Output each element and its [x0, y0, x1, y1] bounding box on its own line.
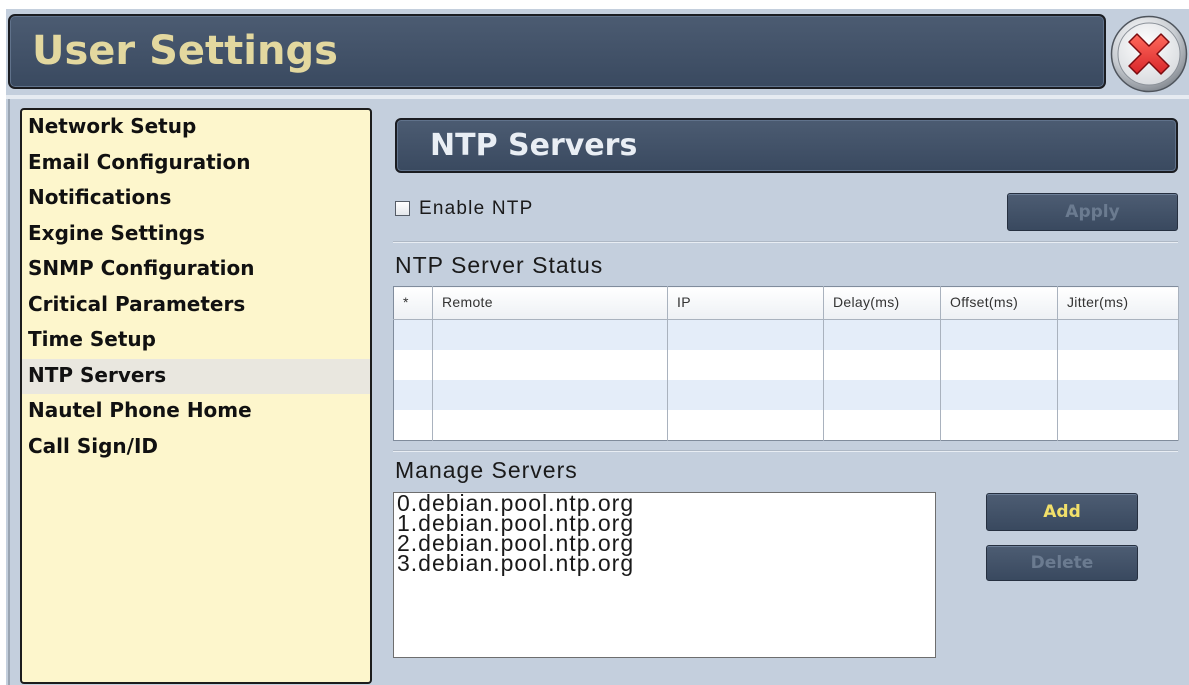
ntp-server-status-label: NTP Server Status — [395, 252, 604, 278]
table-cell — [432, 319, 668, 350]
column-header-offset[interactable]: Offset(ms) — [940, 286, 1058, 320]
sidebar-item-network-setup[interactable]: Network Setup — [22, 110, 370, 146]
table-cell — [393, 379, 433, 410]
table-cell — [1057, 379, 1179, 410]
table-cell — [940, 409, 1058, 441]
apply-button[interactable]: Apply — [1007, 193, 1178, 231]
table-row — [393, 349, 1179, 380]
server-list-item[interactable]: 3.debian.pool.ntp.org — [394, 552, 935, 575]
table-cell — [393, 319, 433, 350]
table-row — [393, 319, 1179, 350]
divider — [393, 450, 1178, 452]
manage-servers-label: Manage Servers — [395, 457, 578, 483]
table-cell — [667, 349, 824, 380]
table-cell — [1057, 319, 1179, 350]
table-cell — [823, 409, 941, 441]
sidebar-item-critical-parameters[interactable]: Critical Parameters — [22, 288, 370, 324]
add-server-button[interactable]: Add — [986, 493, 1138, 531]
column-header-jitter[interactable]: Jitter(ms) — [1057, 286, 1179, 320]
sidebar-item-notifications[interactable]: Notifications — [22, 181, 370, 217]
title-bar: User Settings — [8, 14, 1106, 89]
table-cell — [823, 349, 941, 380]
table-cell — [940, 349, 1058, 380]
table-cell — [1057, 409, 1179, 441]
table-cell — [393, 349, 433, 380]
header-divider — [6, 95, 1189, 99]
frame-edge — [8, 99, 10, 685]
sidebar-item-nautel-phone-home[interactable]: Nautel Phone Home — [22, 394, 370, 430]
sidebar-item-snmp-configuration[interactable]: SNMP Configuration — [22, 252, 370, 288]
table-cell — [667, 409, 824, 441]
table-cell — [393, 409, 433, 441]
table-cell — [940, 319, 1058, 350]
sidebar-item-exgine-settings[interactable]: Exgine Settings — [22, 217, 370, 253]
table-cell — [1057, 349, 1179, 380]
table-row — [393, 379, 1179, 410]
server-list[interactable]: 0.debian.pool.ntp.org 1.debian.pool.ntp.… — [393, 492, 936, 658]
enable-ntp-label[interactable]: Enable NTP — [419, 198, 533, 220]
column-header-status[interactable]: * — [393, 286, 433, 320]
table-cell — [823, 319, 941, 350]
section-title: NTP Servers — [430, 128, 638, 163]
table-cell — [667, 319, 824, 350]
sidebar-item-email-configuration[interactable]: Email Configuration — [22, 146, 370, 182]
table-cell — [432, 349, 668, 380]
section-header: NTP Servers — [395, 118, 1178, 173]
table-cell — [823, 379, 941, 410]
table-cell — [432, 409, 668, 441]
settings-menu: Network Setup Email Configuration Notifi… — [20, 108, 372, 684]
sidebar-item-ntp-servers[interactable]: NTP Servers — [22, 358, 370, 394]
close-icon[interactable] — [1110, 15, 1188, 93]
table-cell — [432, 379, 668, 410]
column-header-remote[interactable]: Remote — [432, 286, 668, 320]
table-cell — [940, 379, 1058, 410]
table-cell — [667, 379, 824, 410]
sidebar-item-time-setup[interactable]: Time Setup — [22, 323, 370, 359]
divider — [393, 241, 1178, 243]
sidebar-item-call-sign-id[interactable]: Call Sign/ID — [22, 430, 370, 466]
enable-ntp-checkbox[interactable] — [395, 201, 410, 216]
column-header-ip[interactable]: IP — [667, 286, 824, 320]
ntp-server-status-table: * Remote IP Delay(ms) Offset(ms) Jitter(… — [393, 286, 1179, 441]
close-button[interactable] — [1110, 15, 1188, 93]
table-row — [393, 409, 1179, 441]
delete-server-button[interactable]: Delete — [986, 545, 1138, 581]
window-title: User Settings — [32, 28, 338, 74]
table-header-row: * Remote IP Delay(ms) Offset(ms) Jitter(… — [393, 286, 1179, 320]
column-header-delay[interactable]: Delay(ms) — [823, 286, 941, 320]
